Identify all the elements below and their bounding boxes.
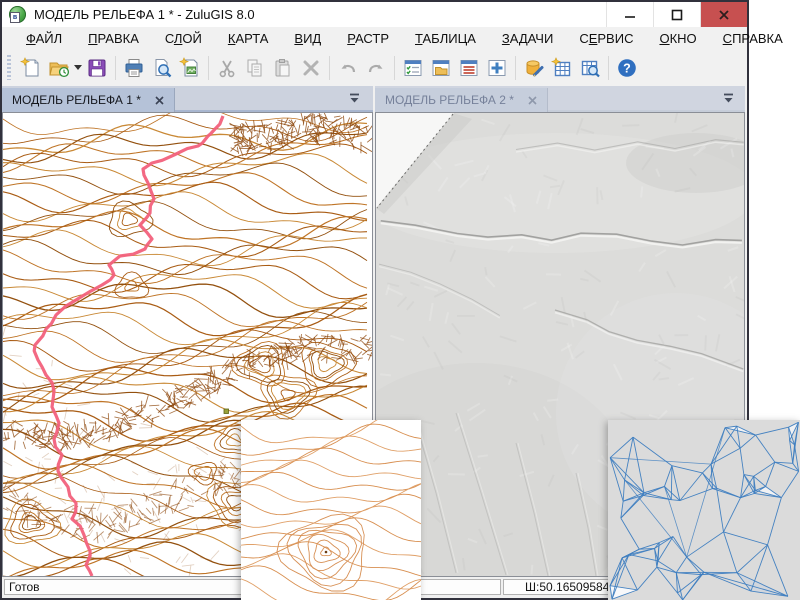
minimize-button[interactable] bbox=[606, 2, 653, 27]
paste-icon bbox=[272, 57, 294, 79]
print-preview-icon bbox=[151, 57, 173, 79]
menu-raster[interactable]: РАСТР bbox=[334, 29, 402, 48]
open-document-icon bbox=[48, 57, 70, 79]
tabstrip-left: МОДЕЛЬ РЕЛЬЕФА 1 * bbox=[2, 86, 373, 112]
copy-icon bbox=[244, 57, 266, 79]
menu-service[interactable]: СЕРВИС bbox=[566, 29, 646, 48]
tabstrip-right: МОДЕЛЬ РЕЛЬЕФА 2 * bbox=[375, 86, 745, 112]
table-query-button[interactable] bbox=[576, 54, 604, 82]
contour-panel-drawing bbox=[241, 420, 421, 600]
paste-button[interactable] bbox=[269, 54, 297, 82]
menu-help[interactable]: СПРАВКА bbox=[710, 29, 796, 48]
toolbar-separator bbox=[608, 56, 609, 80]
cut-icon bbox=[216, 57, 238, 79]
menu-window[interactable]: ОКНО bbox=[646, 29, 709, 48]
navigator-button[interactable] bbox=[483, 54, 511, 82]
new-document-button[interactable] bbox=[17, 54, 45, 82]
save-button[interactable] bbox=[83, 54, 111, 82]
toolbar-separator bbox=[394, 56, 395, 80]
redo-icon bbox=[365, 57, 387, 79]
new-map-icon bbox=[179, 57, 201, 79]
open-dropdown-button[interactable] bbox=[73, 54, 83, 82]
tab-close-icon[interactable] bbox=[155, 96, 164, 105]
window-title: МОДЕЛЬ РЕЛЬЕФА 1 * - ZuluGIS 8.0 bbox=[34, 7, 255, 22]
print-preview-button[interactable] bbox=[148, 54, 176, 82]
navigator-icon bbox=[486, 57, 508, 79]
close-button[interactable] bbox=[700, 2, 747, 27]
copy-button[interactable] bbox=[241, 54, 269, 82]
cut-button[interactable] bbox=[213, 54, 241, 82]
undo-button[interactable] bbox=[334, 54, 362, 82]
svg-text:?: ? bbox=[623, 61, 631, 75]
new-document-icon bbox=[20, 57, 42, 79]
save-icon bbox=[86, 57, 108, 79]
menu-view[interactable]: ВИД bbox=[281, 29, 334, 48]
undo-icon bbox=[337, 57, 359, 79]
new-map-button[interactable] bbox=[176, 54, 204, 82]
layer-folder-icon bbox=[430, 57, 452, 79]
delete-button[interactable] bbox=[297, 54, 325, 82]
layer-folder-button[interactable] bbox=[427, 54, 455, 82]
edit-database-button[interactable] bbox=[520, 54, 548, 82]
redo-button[interactable] bbox=[362, 54, 390, 82]
toolbar-grip[interactable] bbox=[7, 55, 11, 81]
legend-icon bbox=[458, 57, 480, 79]
close-icon bbox=[718, 9, 730, 21]
toolbar-separator bbox=[115, 56, 116, 80]
menu-table[interactable]: ТАБЛИЦА bbox=[402, 29, 489, 48]
desktop: { "window": { "title": "МОДЕЛЬ РЕЛЬЕФА 1… bbox=[0, 0, 800, 600]
tab-relief-model-2[interactable]: МОДЕЛЬ РЕЛЬЕФА 2 * bbox=[375, 88, 548, 112]
toolbar-separator bbox=[208, 56, 209, 80]
table-query-icon bbox=[579, 57, 601, 79]
menu-map[interactable]: КАРТА bbox=[215, 29, 282, 48]
tab-relief-model-1[interactable]: МОДЕЛЬ РЕЛЬЕФА 1 * bbox=[2, 88, 175, 112]
print-icon bbox=[123, 57, 145, 79]
tab-close-icon[interactable] bbox=[528, 96, 537, 105]
maximize-icon bbox=[671, 9, 683, 21]
delete-icon bbox=[300, 57, 322, 79]
menu-bar: ФАЙЛ ПРАВКА СЛОЙ КАРТА ВИД РАСТР ТАБЛИЦА… bbox=[2, 27, 747, 49]
open-document-button[interactable] bbox=[45, 54, 73, 82]
help-icon: ? bbox=[616, 57, 638, 79]
tab-list-dropdown-icon[interactable] bbox=[723, 93, 734, 103]
document-tab-row: МОДЕЛЬ РЕЛЬЕФА 1 * МОДЕЛЬ РЕЛЬЕФА 2 * bbox=[2, 86, 747, 112]
toolbar: ? bbox=[2, 49, 747, 86]
layer-list-button[interactable] bbox=[399, 54, 427, 82]
toolbar-separator bbox=[515, 56, 516, 80]
toolbar-separator bbox=[329, 56, 330, 80]
print-button[interactable] bbox=[120, 54, 148, 82]
menu-file[interactable]: ФАЙЛ bbox=[13, 29, 75, 48]
new-table-icon bbox=[551, 57, 573, 79]
menu-edit[interactable]: ПРАВКА bbox=[75, 29, 152, 48]
window-controls bbox=[606, 2, 747, 27]
help-button[interactable]: ? bbox=[613, 54, 641, 82]
menu-tasks[interactable]: ЗАДАЧИ bbox=[489, 29, 566, 48]
legend-button[interactable] bbox=[455, 54, 483, 82]
edit-database-icon bbox=[523, 57, 545, 79]
menu-layer[interactable]: СЛОЙ bbox=[152, 29, 215, 48]
dropdown-arrow-icon bbox=[74, 65, 82, 70]
new-table-button[interactable] bbox=[548, 54, 576, 82]
minimize-icon bbox=[624, 9, 636, 21]
floating-contour-panel[interactable] bbox=[241, 420, 421, 600]
title-bar[interactable]: в МОДЕЛЬ РЕЛЬЕФА 1 * - ZuluGIS 8.0 bbox=[2, 2, 747, 27]
floating-tin-panel[interactable] bbox=[608, 420, 800, 600]
tin-panel-drawing bbox=[608, 420, 800, 600]
app-icon: в bbox=[9, 6, 26, 23]
maximize-button[interactable] bbox=[653, 2, 700, 27]
layer-list-icon bbox=[402, 57, 424, 79]
tab-list-dropdown-icon[interactable] bbox=[349, 93, 360, 103]
